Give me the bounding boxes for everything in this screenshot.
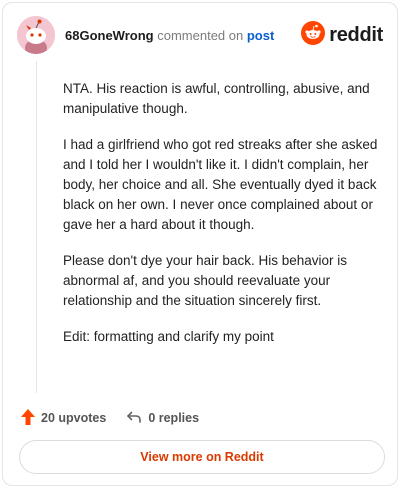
reddit-brand[interactable]: reddit bbox=[301, 20, 383, 50]
comment-embed-card: 68GoneWrong commented on post reddit NTA… bbox=[2, 2, 398, 486]
view-more-button[interactable]: View more on Reddit bbox=[19, 440, 385, 474]
reddit-wordmark: reddit bbox=[329, 23, 383, 46]
reddit-logo-icon bbox=[301, 20, 326, 50]
comment-paragraph: Please don't dye your hair back. His beh… bbox=[63, 253, 347, 308]
comment-body: NTA. His reaction is awful, controlling,… bbox=[63, 79, 385, 363]
comment-header: 68GoneWrong commented on post reddit bbox=[17, 16, 383, 56]
post-link[interactable]: post bbox=[247, 28, 274, 43]
upvote-button[interactable]: 20 upvotes bbox=[21, 408, 107, 428]
commented-on-text: commented on bbox=[157, 28, 244, 43]
comment-paragraph: Edit: formatting and clarify my point bbox=[63, 329, 274, 344]
comment-paragraph: NTA. His reaction is awful, controlling,… bbox=[63, 81, 370, 116]
upvote-count: 20 upvotes bbox=[41, 411, 107, 425]
reply-button[interactable]: 0 replies bbox=[126, 410, 199, 427]
username-link[interactable]: 68GoneWrong bbox=[65, 28, 154, 43]
upvote-arrow-icon bbox=[21, 408, 41, 428]
snoo-avatar-icon[interactable] bbox=[17, 16, 55, 54]
thread-line bbox=[36, 61, 37, 393]
reply-count: 0 replies bbox=[148, 411, 200, 425]
comment-actions: 20 upvotes 0 replies bbox=[21, 407, 199, 429]
reply-arrow-icon bbox=[126, 410, 148, 427]
comment-paragraph: I had a girlfriend who got red streaks a… bbox=[63, 137, 378, 232]
byline: 68GoneWrong commented on post bbox=[65, 28, 274, 43]
